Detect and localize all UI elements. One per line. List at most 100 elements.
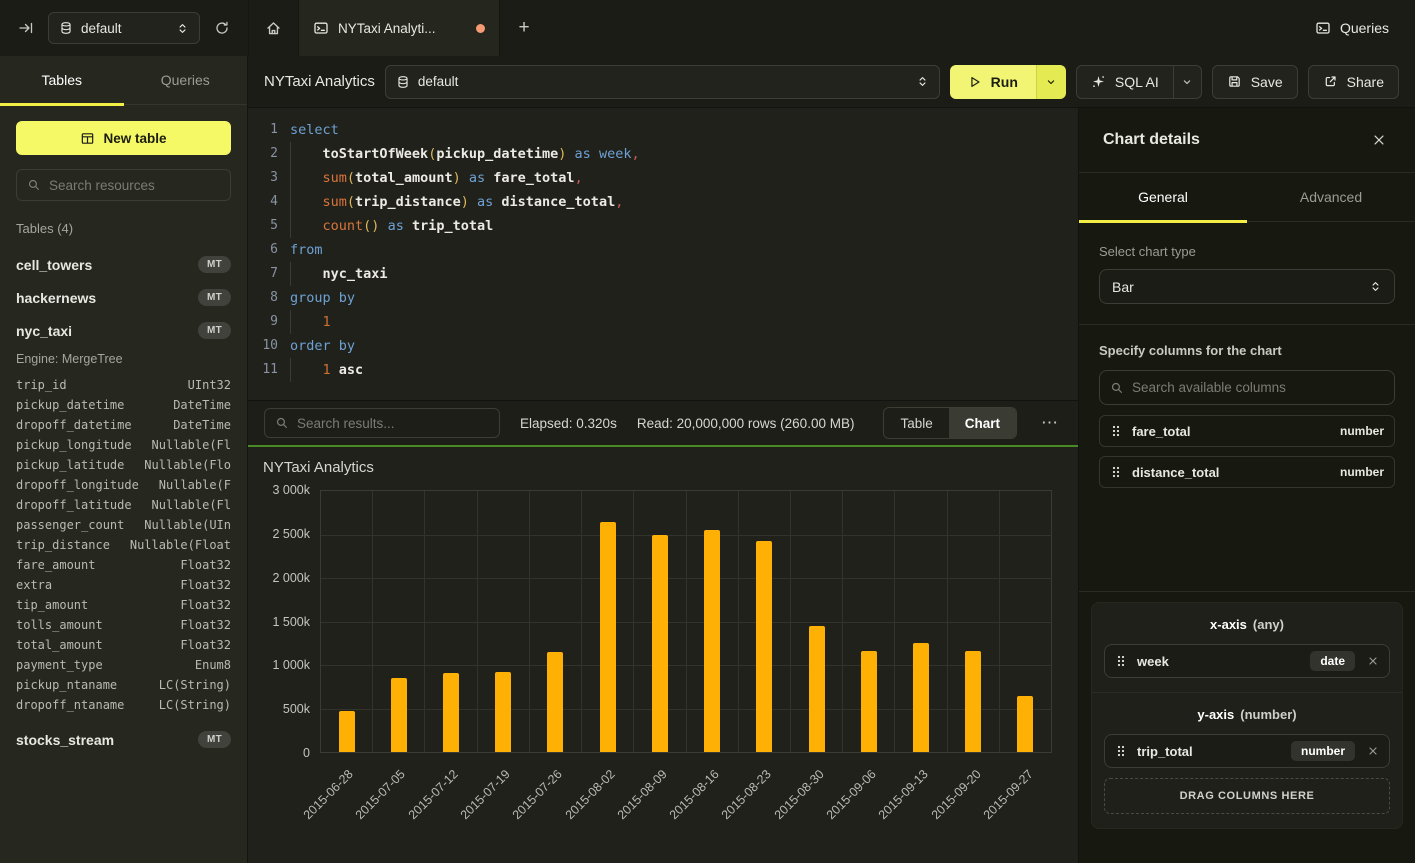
y-axis-column-trip-total[interactable]: trip_total number [1104,734,1390,768]
sql-ai-caret[interactable] [1173,66,1201,98]
code-line[interactable]: 9 1 [256,310,1078,334]
chevron-updown-icon [1369,280,1382,293]
table-icon [80,131,95,146]
code-line[interactable]: 7 nyc_taxi [256,262,1078,286]
x-tick-label: 2015-08-23 [719,767,774,822]
bar[interactable] [965,651,981,752]
sql-ai-main[interactable]: SQL AI [1077,66,1173,98]
bar[interactable] [391,678,407,752]
code-line[interactable]: 1select [256,118,1078,142]
share-button[interactable]: Share [1308,65,1399,99]
table-item-nyc-taxi[interactable]: nyc_taxi MT [16,314,231,347]
table-column-row[interactable]: pickup_ntanameLC(String) [16,675,231,695]
code-line[interactable]: 5 count() as trip_total [256,214,1078,238]
bar[interactable] [756,541,772,752]
sql-editor[interactable]: 1select2 toStartOfWeek(pickup_datetime) … [248,108,1078,400]
columns-search-input[interactable] [1132,380,1384,395]
toggle-table[interactable]: Table [884,408,948,438]
bar-column [478,491,530,752]
bar-chart-plot [320,490,1052,753]
table-column-row[interactable]: dropoff_ntanameLC(String) [16,695,231,715]
table-column-row[interactable]: pickup_datetimeDateTime [16,395,231,415]
code-line[interactable]: 10order by [256,334,1078,358]
column-type: Float32 [180,558,231,572]
drag-handle-icon[interactable] [1110,424,1122,438]
drag-handle-icon[interactable] [1110,465,1122,479]
remove-column-button[interactable] [1365,745,1379,757]
sql-ai-button[interactable]: SQL AI [1076,65,1202,99]
x-tick-label: 2015-07-12 [405,767,460,822]
bar[interactable] [913,643,929,752]
drag-handle-icon[interactable] [1115,654,1127,668]
columns-search[interactable] [1099,370,1395,405]
toggle-chart[interactable]: Chart [949,408,1016,438]
code-line[interactable]: 8group by [256,286,1078,310]
save-button[interactable]: Save [1212,65,1298,99]
bar[interactable] [704,530,720,752]
code-line[interactable]: 11 1 asc [256,358,1078,382]
table-column-row[interactable]: dropoff_longitudeNullable(F [16,475,231,495]
sidebar-search[interactable] [16,169,231,201]
tab-advanced[interactable]: Advanced [1247,173,1415,221]
available-column-distance-total[interactable]: distance_total number [1099,456,1395,488]
bar[interactable] [495,672,511,752]
sidebar-tab-tables[interactable]: Tables [0,56,124,104]
table-column-row[interactable]: tip_amountFloat32 [16,595,231,615]
bar[interactable] [652,535,668,753]
table-item-hackernews[interactable]: hackernews MT [16,281,231,314]
x-tick-label: 2015-07-26 [510,767,565,822]
table-item-cell-towers[interactable]: cell_towers MT [16,248,231,281]
x-axis-column-week[interactable]: week date [1104,644,1390,678]
table-item-stocks-stream[interactable]: stocks_stream MT [16,723,231,756]
results-more-button[interactable]: ⋯ [1037,413,1062,433]
tab-nytaxi-analytics[interactable]: NYTaxi Analyti... [298,0,500,56]
table-column-row[interactable]: extraFloat32 [16,575,231,595]
table-column-row[interactable]: trip_distanceNullable(Float [16,535,231,555]
chart-type-select[interactable]: Bar [1099,269,1395,304]
drag-handle-icon[interactable] [1115,744,1127,758]
sidebar-tab-queries[interactable]: Queries [124,56,248,104]
sidebar-search-input[interactable] [49,178,220,193]
table-column-row[interactable]: passenger_countNullable(UIn [16,515,231,535]
table-column-row[interactable]: fare_amountFloat32 [16,555,231,575]
table-column-row[interactable]: pickup_longitudeNullable(Fl [16,435,231,455]
database-selector[interactable]: default [48,12,200,44]
queries-button[interactable]: Queries [1315,20,1389,36]
code-line[interactable]: 4 sum(trip_distance) as distance_total, [256,190,1078,214]
code-line[interactable]: 2 toStartOfWeek(pickup_datetime) as week… [256,142,1078,166]
bar[interactable] [600,522,616,752]
bar[interactable] [809,626,825,752]
table-column-row[interactable]: payment_typeEnum8 [16,655,231,675]
remove-column-button[interactable] [1365,655,1379,667]
code-line[interactable]: 3 sum(total_amount) as fare_total, [256,166,1078,190]
tab-general[interactable]: General [1079,173,1247,221]
run-options-caret[interactable] [1036,65,1066,99]
new-tab-button[interactable]: + [500,0,548,56]
bar[interactable] [443,673,459,752]
table-column-row[interactable]: trip_idUInt32 [16,375,231,395]
column-type: Nullable(UIn [144,518,231,532]
home-tab[interactable] [248,0,298,56]
table-column-row[interactable]: total_amountFloat32 [16,635,231,655]
bar[interactable] [547,652,563,752]
results-search-input[interactable] [297,416,489,431]
bar[interactable] [1017,696,1033,752]
bar[interactable] [861,651,877,752]
query-database-selector[interactable]: default [385,65,940,99]
bar[interactable] [339,711,355,752]
results-search[interactable] [264,408,500,438]
table-column-row[interactable]: dropoff_latitudeNullable(Fl [16,495,231,515]
run-button[interactable]: Run [950,65,1066,99]
drag-columns-drop-zone[interactable]: DRAG COLUMNS HERE [1104,778,1390,814]
code-text: from [278,238,323,262]
collapse-sidebar-button[interactable] [12,14,40,42]
chart-panel-close-button[interactable] [1367,128,1391,152]
available-column-fare-total[interactable]: fare_total number [1099,415,1395,447]
code-line[interactable]: 6from [256,238,1078,262]
new-table-button[interactable]: New table [16,121,231,155]
table-column-row[interactable]: pickup_latitudeNullable(Flo [16,455,231,475]
refresh-button[interactable] [208,14,236,42]
run-button-main[interactable]: Run [950,65,1036,99]
table-column-row[interactable]: dropoff_datetimeDateTime [16,415,231,435]
table-column-row[interactable]: tolls_amountFloat32 [16,615,231,635]
